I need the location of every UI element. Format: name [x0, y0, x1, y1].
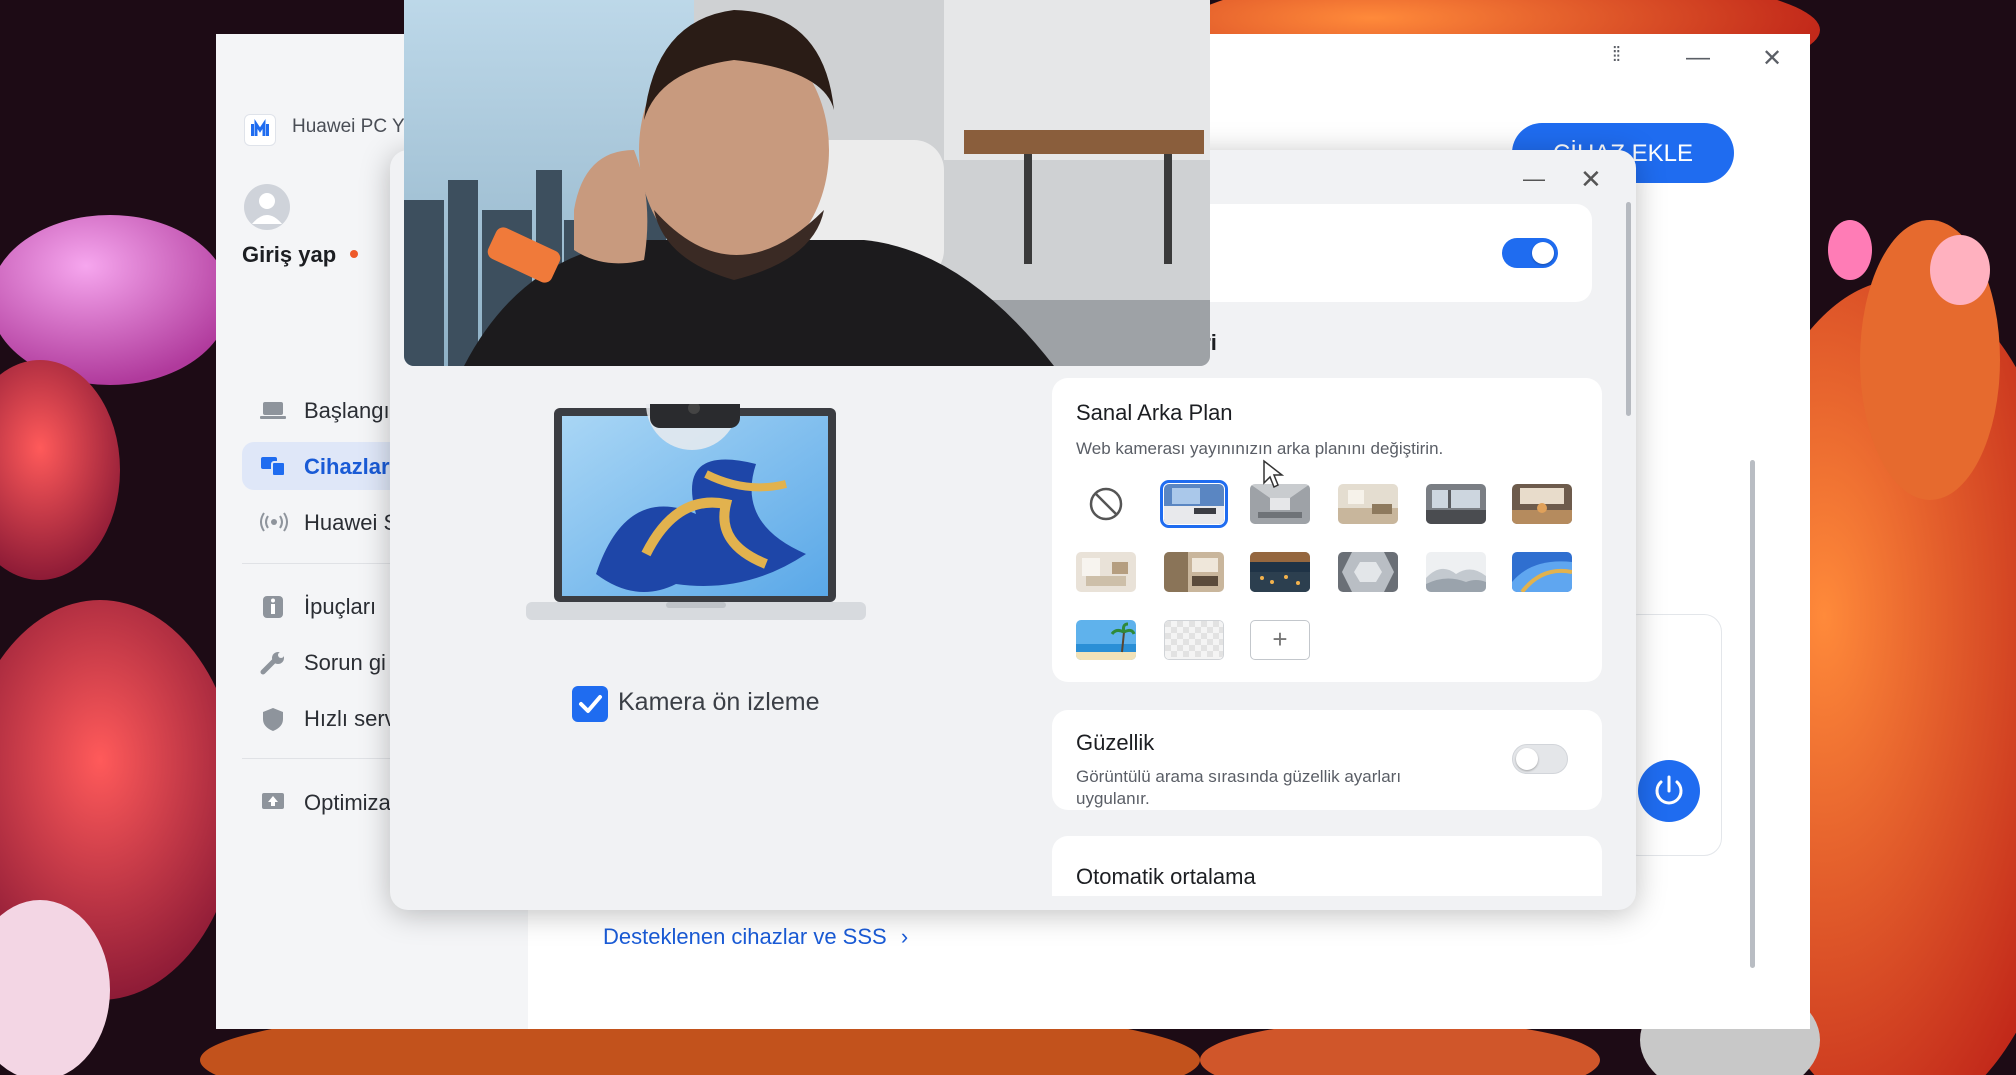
- close-button[interactable]: ✕: [1762, 44, 1782, 73]
- notification-dot: [350, 250, 358, 258]
- grid-icon[interactable]: ⁞⁞: [1612, 44, 1621, 67]
- beauty-description-line1: Görüntülü arama sırasında güzellik ayarl…: [1076, 767, 1402, 786]
- laptop-preview-image: [526, 404, 866, 620]
- none-icon: [1089, 487, 1123, 521]
- minimize-button[interactable]: —: [1686, 44, 1710, 72]
- background-thumbnail[interactable]: [1076, 620, 1136, 660]
- background-thumbnail[interactable]: [1426, 484, 1486, 524]
- sidebar-item-label: Başlangı: [304, 398, 390, 423]
- avatar[interactable]: [244, 184, 290, 230]
- dialog-scrollbar[interactable]: [1626, 202, 1631, 416]
- dialog-close-button[interactable]: ✕: [1580, 164, 1602, 195]
- beauty-toggle[interactable]: [1512, 744, 1568, 774]
- shield-icon: [260, 706, 286, 731]
- background-thumbnail[interactable]: [1160, 480, 1228, 528]
- background-thumbnail[interactable]: [1426, 552, 1486, 592]
- beauty-card: Güzellik Görüntülü arama sırasında güzel…: [1052, 710, 1602, 810]
- devices-icon: [260, 454, 286, 478]
- virtual-background-description: Web kamerası yayınınızın arka planını de…: [1076, 439, 1444, 458]
- power-button[interactable]: [1638, 760, 1700, 822]
- background-thumbnail[interactable]: [1512, 552, 1572, 592]
- sidebar-item-label: İpuçları: [304, 594, 377, 619]
- background-thumbnail-transparent[interactable]: [1164, 620, 1224, 660]
- virtual-background-card: Sanal Arka Plan Web kamerası yayınınızın…: [1052, 378, 1602, 682]
- app-title: Huawei PC Y: [292, 116, 405, 137]
- checkmark-icon: [579, 695, 602, 713]
- sidebar-item-label: Huawei S: [304, 510, 399, 535]
- chevron-right-icon: ›: [900, 924, 909, 949]
- virtual-background-title: Sanal Arka Plan: [1076, 400, 1233, 425]
- background-thumbnail[interactable]: [1076, 552, 1136, 592]
- auto-center-title: Otomatik ortalama: [1076, 864, 1256, 889]
- huawei-logo-icon: [244, 114, 276, 146]
- no-background-option[interactable]: [1076, 484, 1136, 524]
- optimize-icon: [260, 790, 286, 814]
- support-link[interactable]: Desteklenen cihazlar ve SSS ›: [603, 924, 908, 950]
- auto-center-card: Otomatik ortalama: [1052, 836, 1602, 896]
- dialog-minimize-button[interactable]: —: [1523, 166, 1545, 192]
- add-background-button[interactable]: +: [1250, 620, 1310, 660]
- camera-toggle[interactable]: [1502, 238, 1558, 268]
- background-thumbnail[interactable]: [1338, 484, 1398, 524]
- webcam-video-feed: [404, 0, 1210, 366]
- sidebar-item-label: Cihazlar: [304, 454, 390, 479]
- laptop-icon: [260, 398, 286, 422]
- info-icon: [260, 594, 286, 618]
- login-link[interactable]: Giriş yap: [242, 242, 336, 268]
- beauty-title: Güzellik: [1076, 730, 1155, 755]
- background-thumbnail[interactable]: [1338, 552, 1398, 592]
- camera-preview-checkbox[interactable]: [572, 686, 608, 722]
- background-thumbnail[interactable]: [1164, 552, 1224, 592]
- camera-preview-label: Kamera ön izleme: [618, 688, 820, 716]
- background-thumbnail[interactable]: [1250, 552, 1310, 592]
- background-thumbnail[interactable]: [1250, 484, 1310, 524]
- beauty-description-line2: uygulanır.: [1076, 789, 1150, 808]
- main-scrollbar[interactable]: [1750, 460, 1755, 968]
- wrench-icon: [260, 650, 286, 675]
- support-link-label: Desteklenen cihazlar ve SSS: [603, 924, 887, 949]
- power-icon: [1655, 775, 1683, 805]
- sidebar-item-label: Hızlı serv: [304, 706, 396, 731]
- sidebar-item-label: Sorun gi: [304, 650, 386, 675]
- mouse-cursor-icon: [1263, 459, 1284, 489]
- sidebar-item-label: Optimiza: [304, 790, 391, 815]
- background-thumbnail[interactable]: [1512, 484, 1572, 524]
- wireless-icon: [260, 510, 288, 534]
